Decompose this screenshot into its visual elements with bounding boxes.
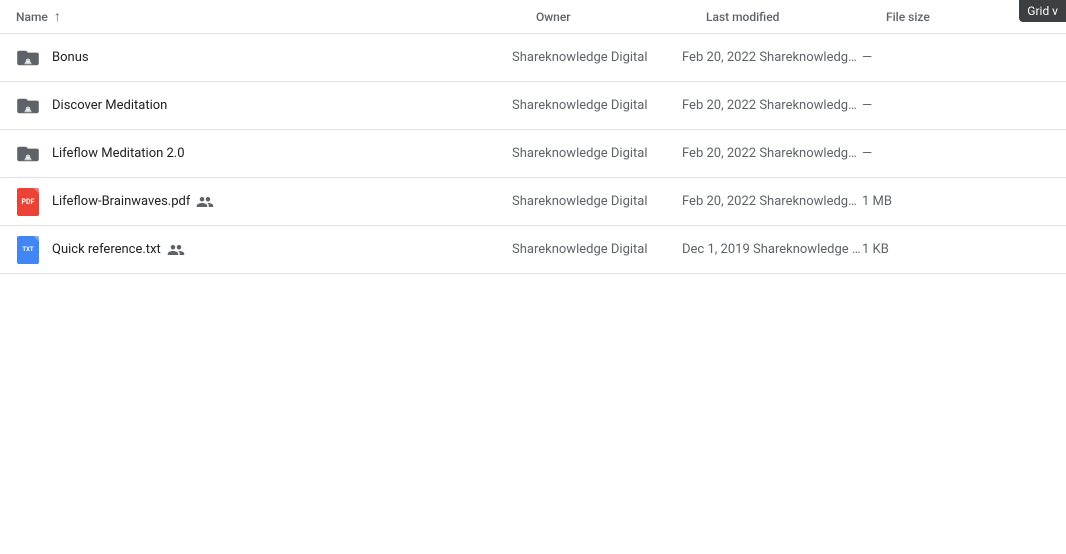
file-name-text: Lifeflow Meditation 2.0 (52, 146, 185, 161)
file-icon: PDF (16, 190, 40, 214)
cell-modified: Feb 20, 2022 Shareknowledge ... (682, 98, 862, 113)
file-list: Name ↑ Owner Last modified File size Bon… (0, 0, 1066, 274)
file-icon (16, 142, 40, 166)
cell-size: — (862, 98, 982, 113)
table-row[interactable]: Bonus Shareknowledge Digital Feb 20, 202… (0, 34, 1066, 82)
file-name-text: Quick reference.txt (52, 242, 161, 257)
list-header: Name ↑ Owner Last modified File size (0, 0, 1066, 34)
cell-modified: Feb 20, 2022 Shareknowledge ... (682, 194, 862, 209)
cell-size: 1 MB (862, 194, 982, 209)
file-rows-container: Bonus Shareknowledge Digital Feb 20, 202… (0, 34, 1066, 274)
cell-size: — (862, 146, 982, 161)
file-name-cell: Bonus (16, 46, 512, 70)
column-file-size: File size (886, 10, 1006, 24)
column-name[interactable]: Name ↑ (16, 8, 536, 25)
column-last-modified: Last modified (706, 10, 886, 24)
cell-size: 1 KB (862, 242, 982, 257)
cell-owner: Shareknowledge Digital (512, 98, 682, 113)
file-icon (16, 94, 40, 118)
grid-view-button[interactable]: Grid v (1019, 0, 1066, 22)
sort-arrow-icon: ↑ (54, 8, 61, 25)
file-name-text: Lifeflow-Brainwaves.pdf (52, 194, 190, 209)
table-row[interactable]: TXT Quick reference.txt Shareknowledge D… (0, 226, 1066, 274)
cell-owner: Shareknowledge Digital (512, 50, 682, 65)
file-name-cell: PDF Lifeflow-Brainwaves.pdf (16, 190, 512, 214)
shared-icon (196, 192, 214, 211)
cell-owner: Shareknowledge Digital (512, 194, 682, 209)
table-row[interactable]: Discover Meditation Shareknowledge Digit… (0, 82, 1066, 130)
table-row[interactable]: PDF Lifeflow-Brainwaves.pdf Shareknowled… (0, 178, 1066, 226)
column-owner: Owner (536, 10, 706, 24)
file-name-cell: Discover Meditation (16, 94, 512, 118)
cell-modified: Feb 20, 2022 Shareknowledge ... (682, 146, 862, 161)
shared-icon (167, 240, 185, 259)
file-name-cell: Lifeflow Meditation 2.0 (16, 142, 512, 166)
table-row[interactable]: Lifeflow Meditation 2.0 Shareknowledge D… (0, 130, 1066, 178)
file-name-cell: TXT Quick reference.txt (16, 238, 512, 262)
cell-owner: Shareknowledge Digital (512, 146, 682, 161)
cell-modified: Dec 1, 2019 Shareknowledge ... (682, 242, 862, 257)
file-name-text: Bonus (52, 50, 89, 65)
file-icon (16, 46, 40, 70)
file-name-text: Discover Meditation (52, 98, 167, 113)
file-icon: TXT (16, 238, 40, 262)
cell-owner: Shareknowledge Digital (512, 242, 682, 257)
cell-modified: Feb 20, 2022 Shareknowledge ... (682, 50, 862, 65)
cell-size: — (862, 50, 982, 65)
